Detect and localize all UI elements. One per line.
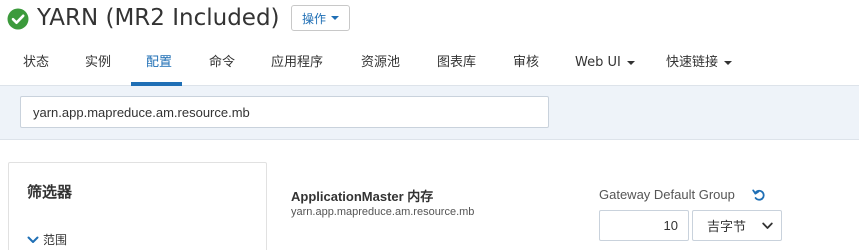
chevron-down-icon <box>762 222 773 229</box>
tab-web-ui[interactable]: Web UI <box>575 40 635 86</box>
service-tabs: 状态 实例 配置 命令 应用程序 资源池 图表库 审核 Web UI 快速链接 <box>0 40 859 86</box>
property-display-name: ApplicationMaster 内存 <box>291 189 434 204</box>
check-circle-icon <box>7 8 29 30</box>
tab-configuration[interactable]: 配置 <box>146 40 172 86</box>
filter-title: 筛选器 <box>27 183 73 201</box>
caret-down-icon <box>724 60 733 65</box>
caret-down-icon <box>331 16 339 20</box>
search-bar <box>0 86 859 140</box>
page-title: YARN (MR2 Included) <box>37 5 280 31</box>
scope-label: 范围 <box>43 233 68 247</box>
actions-dropdown-button[interactable]: 操作 <box>291 5 350 31</box>
tab-instances[interactable]: 实例 <box>85 40 111 86</box>
search-input[interactable] <box>20 96 549 128</box>
memory-value-input[interactable] <box>599 210 689 241</box>
tab-audits[interactable]: 审核 <box>513 40 539 86</box>
unit-select-value: 吉字节 <box>707 220 747 235</box>
tab-applications[interactable]: 应用程序 <box>271 40 323 86</box>
unit-select[interactable]: 吉字节 <box>692 210 782 241</box>
tab-quick-links-label: 快速链接 <box>666 55 719 70</box>
tab-charts-library[interactable]: 图表库 <box>437 40 476 86</box>
page-header: YARN (MR2 Included) 操作 <box>0 0 859 40</box>
scope-filter-toggle[interactable]: 范围 <box>27 231 67 248</box>
reset-icon[interactable] <box>752 188 766 202</box>
property-key: yarn.app.mapreduce.am.resource.mb <box>291 206 475 218</box>
chevron-down-icon <box>27 236 39 243</box>
caret-down-icon <box>626 60 635 65</box>
filter-panel: 筛选器 范围 <box>8 162 267 250</box>
tab-resource-pools[interactable]: 资源池 <box>361 40 400 86</box>
tab-commands[interactable]: 命令 <box>209 40 235 86</box>
tab-web-ui-label: Web UI <box>575 55 621 70</box>
tab-status[interactable]: 状态 <box>23 40 49 86</box>
actions-button-label: 操作 <box>301 11 326 26</box>
group-label: Gateway Default Group <box>599 187 735 202</box>
tab-quick-links[interactable]: 快速链接 <box>666 40 733 86</box>
